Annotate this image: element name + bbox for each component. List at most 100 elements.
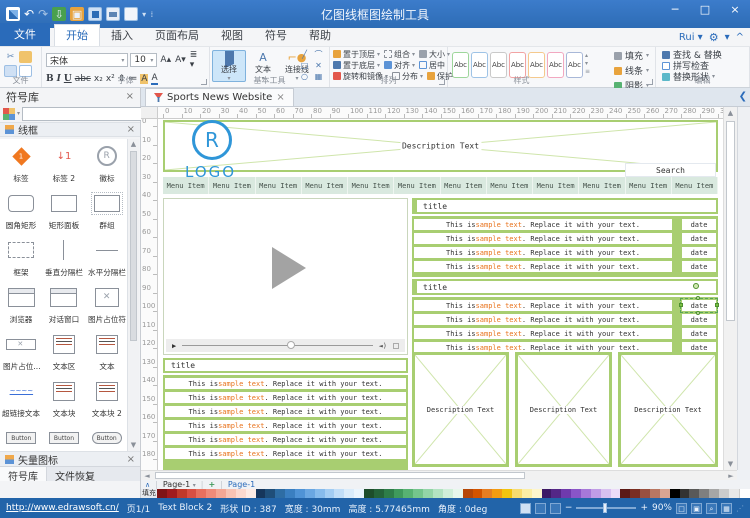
menu-item[interactable]: Menu Item bbox=[348, 177, 394, 194]
symbol-button-3[interactable]: Button按钮 3 bbox=[85, 421, 128, 451]
full-view-icon[interactable] bbox=[550, 503, 561, 514]
scrollbar-thumb[interactable] bbox=[130, 151, 137, 341]
logo-mark[interactable]: R bbox=[192, 120, 232, 160]
right-section-title-2[interactable]: title bbox=[412, 279, 718, 295]
symbol-button[interactable]: Button按钮 bbox=[0, 421, 43, 451]
palette-swatch[interactable] bbox=[492, 489, 502, 498]
palette-swatch[interactable] bbox=[482, 489, 492, 498]
fill-button[interactable]: 填充▾ bbox=[614, 49, 649, 62]
palette-swatch[interactable] bbox=[620, 489, 630, 498]
tab-file-recovery[interactable]: 文件恢复 bbox=[47, 467, 103, 481]
edrawsoft-link[interactable]: http://www.edrawsoft.cn/ bbox=[6, 503, 119, 513]
menu-item[interactable]: Menu Item bbox=[441, 177, 487, 194]
date-cell[interactable]: date bbox=[682, 233, 716, 244]
volume-icon[interactable]: ◄) bbox=[379, 342, 387, 350]
palette-swatch[interactable] bbox=[650, 489, 660, 498]
palette-swatch[interactable] bbox=[433, 489, 443, 498]
drawing-canvas[interactable]: Description Text R LOGO Search Menu Item… bbox=[158, 119, 723, 470]
font-name-select[interactable]: 宋体▾ bbox=[46, 53, 128, 67]
symbol-v-divider[interactable]: 垂直分隔栏 bbox=[43, 233, 86, 280]
palette-swatch[interactable] bbox=[571, 489, 581, 498]
selection-handle[interactable] bbox=[696, 296, 700, 300]
video-player[interactable]: ▶ ◄) bbox=[163, 198, 408, 355]
zoom-in-button[interactable]: + bbox=[640, 503, 648, 513]
palette-swatch[interactable] bbox=[542, 489, 552, 498]
symbol-browser[interactable]: 浏览器 bbox=[0, 280, 43, 327]
menu-item[interactable]: Menu Item bbox=[672, 177, 718, 194]
align-button[interactable]: 对齐▾ bbox=[384, 60, 415, 71]
palette-swatch[interactable] bbox=[196, 489, 206, 498]
right-panel-collapse-icon[interactable]: ❮ bbox=[739, 91, 747, 102]
palette-swatch[interactable] bbox=[502, 489, 512, 498]
maximize-button[interactable]: □ bbox=[690, 0, 720, 22]
menu-item[interactable]: Menu Item bbox=[487, 177, 533, 194]
right-section-title-1[interactable]: title bbox=[412, 198, 718, 214]
news-text-bar[interactable]: This is sample text. Replace it with you… bbox=[165, 406, 406, 417]
palette-swatch[interactable] bbox=[334, 489, 344, 498]
tab-symbol[interactable]: 符号 bbox=[254, 25, 298, 46]
menu-item[interactable]: Menu Item bbox=[533, 177, 579, 194]
date-cell[interactable]: date bbox=[682, 261, 716, 272]
palette-swatch[interactable] bbox=[709, 489, 719, 498]
symbol-logo[interactable]: R徽标 bbox=[85, 139, 128, 186]
palette-swatch[interactable] bbox=[394, 489, 404, 498]
palette-swatch[interactable] bbox=[403, 489, 413, 498]
palette-swatch[interactable] bbox=[680, 489, 690, 498]
palette-swatch[interactable] bbox=[246, 489, 256, 498]
rotation-handle[interactable] bbox=[693, 283, 699, 289]
menu-item[interactable]: Menu Item bbox=[302, 177, 348, 194]
menu-item[interactable]: Menu Item bbox=[256, 177, 302, 194]
date-cell[interactable]: date bbox=[682, 300, 716, 311]
library-picker-dropdown-icon[interactable]: ▾ bbox=[17, 110, 20, 117]
palette-swatch[interactable] bbox=[167, 489, 177, 498]
arrange-dialog-launcher[interactable] bbox=[439, 79, 445, 85]
palette-swatch[interactable] bbox=[453, 489, 463, 498]
palette-swatch[interactable] bbox=[295, 489, 305, 498]
symbol-button-2[interactable]: Button按钮 2 bbox=[43, 421, 86, 451]
menu-item[interactable]: Menu Item bbox=[579, 177, 625, 194]
tab-home[interactable]: 开始 bbox=[54, 24, 100, 46]
scroll-up-icon[interactable]: ▲ bbox=[724, 107, 737, 119]
scroll-right-icon[interactable]: ► bbox=[725, 472, 737, 480]
horizontal-scrollbar[interactable]: ◄ ► bbox=[141, 470, 737, 480]
selection-handle[interactable] bbox=[696, 311, 700, 315]
date-cell[interactable]: date bbox=[682, 219, 716, 230]
palette-swatch[interactable] bbox=[354, 489, 364, 498]
print-preview-icon[interactable] bbox=[124, 7, 138, 21]
menu-item[interactable]: Menu Item bbox=[394, 177, 440, 194]
fit-width-icon[interactable]: ▣ bbox=[691, 503, 702, 514]
symbol-dialog[interactable]: 对话窗口 bbox=[43, 280, 86, 327]
minimize-button[interactable]: ─ bbox=[660, 0, 690, 22]
pagebar-collapse-icon[interactable]: ∧ bbox=[145, 481, 150, 489]
open-icon[interactable]: ▣ bbox=[70, 7, 84, 21]
news-text-bar[interactable]: This is sample text. Replace it with you… bbox=[165, 448, 406, 459]
font-size-select[interactable]: 10▾ bbox=[130, 53, 157, 67]
palette-swatch[interactable] bbox=[325, 489, 335, 498]
palette-swatch[interactable] bbox=[285, 489, 295, 498]
add-page-button[interactable]: + bbox=[208, 480, 215, 489]
shrink-font-button[interactable]: A▾ bbox=[174, 55, 187, 65]
news-text-bar[interactable]: This is sample text. Replace it with you… bbox=[414, 219, 672, 230]
vector-icons-close-icon[interactable]: × bbox=[127, 454, 135, 465]
symbol-frame[interactable]: 框架 bbox=[0, 233, 43, 280]
document-tab[interactable]: Sports News Website × bbox=[145, 88, 294, 106]
news-text-bar[interactable]: This is sample text. Replace it with you… bbox=[165, 392, 406, 403]
palette-swatch[interactable] bbox=[601, 489, 611, 498]
grid-icon[interactable]: ▦ bbox=[721, 503, 732, 514]
export-icon[interactable]: ⇩ bbox=[52, 7, 66, 21]
symbol-group[interactable]: 群组 bbox=[85, 186, 128, 233]
normal-view-icon[interactable] bbox=[520, 503, 531, 514]
news-text-bar[interactable]: This is sample text. Replace it with you… bbox=[414, 247, 672, 258]
palette-swatch[interactable] bbox=[206, 489, 216, 498]
symbol-panel-close-icon[interactable]: × bbox=[126, 91, 134, 102]
size-button[interactable]: 大小▾ bbox=[419, 49, 450, 60]
palette-swatch[interactable] bbox=[611, 489, 621, 498]
fit-page-icon[interactable]: □ bbox=[676, 503, 687, 514]
palette-swatch[interactable] bbox=[413, 489, 423, 498]
palette-swatch[interactable] bbox=[315, 489, 325, 498]
symbol-image-placeholder[interactable]: ✕图片占位符 bbox=[85, 280, 128, 327]
palette-swatch[interactable] bbox=[216, 489, 226, 498]
format-painter-icon[interactable] bbox=[19, 51, 32, 63]
palette-swatch[interactable] bbox=[532, 489, 542, 498]
right-panel-strip[interactable] bbox=[737, 107, 750, 470]
